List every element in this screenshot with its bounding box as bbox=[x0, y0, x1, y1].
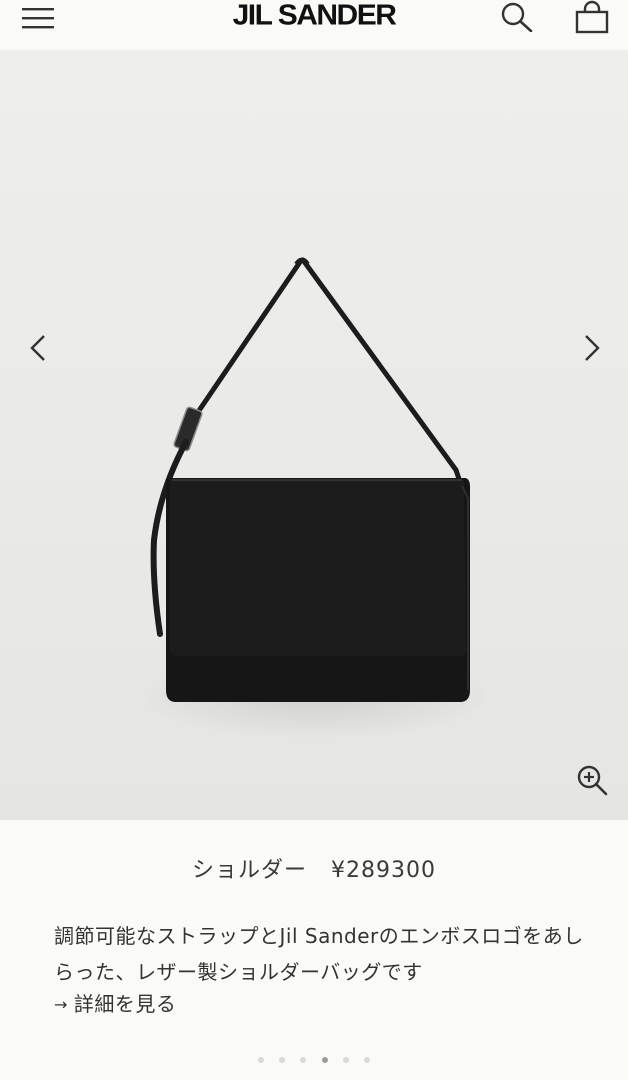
shopping-bag-icon[interactable] bbox=[574, 0, 610, 34]
shoulder-bag-image bbox=[150, 257, 470, 702]
site-header: JIL SANDER bbox=[0, 0, 628, 50]
details-link[interactable]: → 詳細を見る bbox=[54, 988, 176, 1017]
pagination-dot[interactable] bbox=[342, 1057, 349, 1063]
pagination-dot-active[interactable] bbox=[321, 1057, 328, 1063]
product-gallery[interactable] bbox=[0, 50, 628, 820]
product-title-price: ショルダー ¥289300 bbox=[0, 852, 628, 884]
gallery-pagination bbox=[0, 1048, 628, 1063]
product-description: 調節可能なストラップとJil Sanderのエンボスロゴをあしらった、レザー製シ… bbox=[54, 924, 584, 984]
product-price: ¥289300 bbox=[331, 858, 436, 883]
details-link-label: 詳細を見る bbox=[73, 992, 177, 1016]
product-name: ショルダー bbox=[192, 858, 308, 883]
pagination-dot[interactable] bbox=[300, 1057, 307, 1063]
arrow-right-icon: → bbox=[54, 995, 68, 1014]
pagination-dot[interactable] bbox=[363, 1057, 370, 1063]
zoom-in-icon[interactable] bbox=[574, 762, 610, 798]
pagination-dot[interactable] bbox=[279, 1057, 286, 1063]
pagination-dot[interactable] bbox=[258, 1057, 265, 1063]
chevron-left-icon[interactable] bbox=[24, 328, 54, 368]
chevron-right-icon[interactable] bbox=[578, 328, 608, 368]
search-icon[interactable] bbox=[500, 2, 534, 32]
